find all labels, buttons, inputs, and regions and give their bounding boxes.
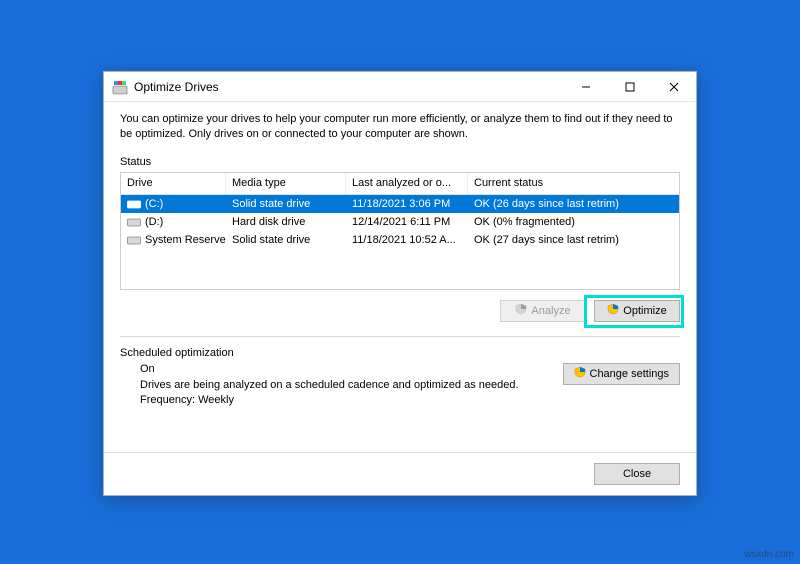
- scheduled-block: On Drives are being analyzed on a schedu…: [120, 363, 680, 409]
- drive-name: (D:): [145, 216, 163, 228]
- drive-last: 11/18/2021 3:06 PM: [346, 198, 468, 210]
- change-settings-label: Change settings: [590, 368, 670, 380]
- scheduled-state: On: [140, 363, 563, 375]
- drive-status: OK (27 days since last retrim): [468, 234, 679, 246]
- drive-icon: [127, 217, 141, 227]
- analyze-button: Analyze: [500, 300, 586, 322]
- drives-table[interactable]: Drive Media type Last analyzed or o... C…: [120, 172, 680, 290]
- shield-icon: [574, 366, 586, 381]
- table-row[interactable]: System ReservedSolid state drive11/18/20…: [121, 231, 679, 249]
- description-text: You can optimize your drives to help you…: [120, 112, 680, 142]
- scheduled-label: Scheduled optimization: [120, 347, 680, 359]
- table-row[interactable]: (D:) Hard disk drive12/14/2021 6:11 PMOK …: [121, 213, 679, 231]
- table-header: Drive Media type Last analyzed or o... C…: [121, 173, 679, 195]
- app-icon: [112, 79, 128, 95]
- drive-icon: [127, 235, 141, 245]
- shield-icon: [515, 303, 527, 318]
- optimize-drives-window: Optimize Drives You can optimize your dr…: [103, 71, 697, 496]
- change-settings-button[interactable]: Change settings: [563, 363, 681, 385]
- drive-name: System Reserved: [145, 234, 226, 246]
- watermark: wsxdn.com: [744, 549, 794, 560]
- drive-name: (C:): [145, 198, 163, 210]
- close-label: Close: [623, 468, 651, 480]
- scheduled-desc: Drives are being analyzed on a scheduled…: [140, 379, 563, 391]
- drive-media: Solid state drive: [226, 234, 346, 246]
- col-media[interactable]: Media type: [226, 173, 346, 194]
- window-title: Optimize Drives: [134, 80, 564, 94]
- close-dialog-button[interactable]: Close: [594, 463, 680, 485]
- analyze-label: Analyze: [531, 305, 570, 317]
- col-last[interactable]: Last analyzed or o...: [346, 173, 468, 194]
- scheduled-freq: Frequency: Weekly: [140, 394, 563, 406]
- content-area: You can optimize your drives to help you…: [104, 102, 696, 452]
- drive-status: OK (0% fragmented): [468, 216, 679, 228]
- shield-icon: [607, 303, 619, 318]
- minimize-button[interactable]: [564, 72, 608, 101]
- close-button[interactable]: [652, 72, 696, 101]
- optimize-button[interactable]: Optimize: [594, 300, 680, 322]
- drive-media: Solid state drive: [226, 198, 346, 210]
- table-row[interactable]: (C:) Solid state drive11/18/2021 3:06 PMO…: [121, 195, 679, 213]
- col-status[interactable]: Current status: [468, 173, 679, 194]
- maximize-button[interactable]: [608, 72, 652, 101]
- drive-last: 12/14/2021 6:11 PM: [346, 216, 468, 228]
- separator: [120, 336, 680, 337]
- status-label: Status: [120, 156, 680, 168]
- drive-media: Hard disk drive: [226, 216, 346, 228]
- optimize-label: Optimize: [623, 305, 666, 317]
- drive-last: 11/18/2021 10:52 A...: [346, 234, 468, 246]
- col-drive[interactable]: Drive: [121, 173, 226, 194]
- footer: Close: [104, 452, 696, 495]
- drive-status: OK (26 days since last retrim): [468, 198, 679, 210]
- titlebar: Optimize Drives: [104, 72, 696, 102]
- drive-icon: [127, 199, 141, 209]
